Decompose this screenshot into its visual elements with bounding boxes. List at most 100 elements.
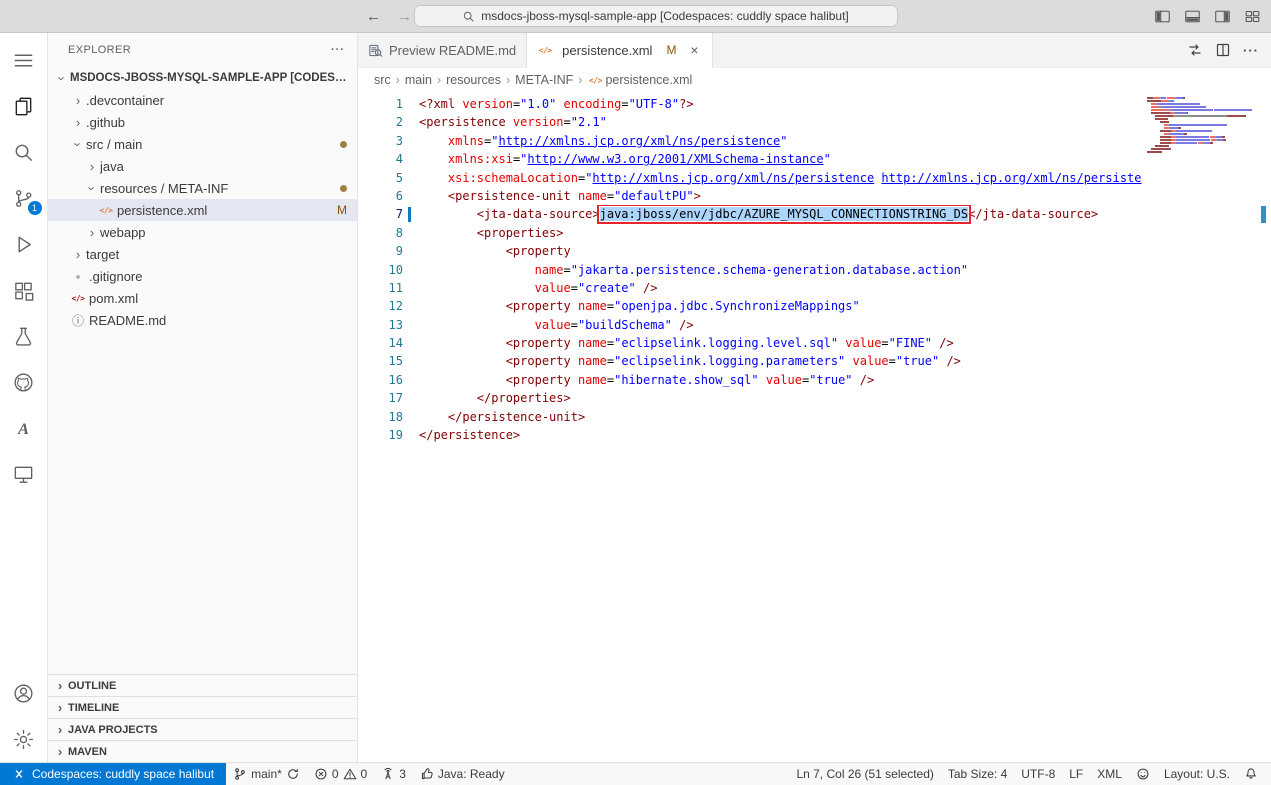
tree-item-devcontainer[interactable]: ›.devcontainer xyxy=(48,89,357,111)
feedback-status[interactable] xyxy=(1129,763,1157,785)
code-line[interactable]: 11 value="create" /> xyxy=(358,279,1271,297)
more-actions-icon[interactable]: ··· xyxy=(1243,43,1259,58)
notifications-status[interactable] xyxy=(1237,763,1265,785)
item-label: persistence.xml xyxy=(117,203,207,218)
keyboard-layout-status[interactable]: Layout: U.S. xyxy=(1157,763,1237,785)
activity-azure[interactable]: A xyxy=(0,405,48,451)
open-changes-icon[interactable] xyxy=(1187,42,1203,58)
activity-remote-explorer[interactable] xyxy=(0,451,48,497)
chevron-right-icon: › xyxy=(70,115,86,130)
code-line[interactable]: 10 name="jakarta.persistence.schema-gene… xyxy=(358,261,1271,279)
tree-item-pom-xml[interactable]: </>pom.xml xyxy=(48,287,357,309)
code-line[interactable]: 15 <property name="eclipselink.logging.p… xyxy=(358,352,1271,370)
item-label: pom.xml xyxy=(89,291,138,306)
indentation-status[interactable]: Tab Size: 4 xyxy=(941,763,1014,785)
activity-source-control[interactable]: 1 xyxy=(0,175,48,221)
code-line[interactable]: 4 xmlns:xsi="http://www.w3.org/2001/XMLS… xyxy=(358,150,1271,168)
code-line[interactable]: 2<persistence version="2.1" xyxy=(358,113,1271,131)
minimap[interactable] xyxy=(1147,97,1257,154)
tree-item-resources-meta-inf[interactable]: ›resources / META-INF xyxy=(48,177,357,199)
java-status[interactable]: Java: Ready xyxy=(413,763,512,785)
tree-item-webapp[interactable]: ›webapp xyxy=(48,221,357,243)
eol-status[interactable]: LF xyxy=(1062,763,1090,785)
breadcrumb-item[interactable]: resources xyxy=(446,73,501,87)
tree-item-persistence-xml[interactable]: </>persistence.xmlM xyxy=(48,199,357,221)
tab-preview-readme-md[interactable]: Preview README.md xyxy=(358,33,527,67)
close-icon[interactable]: × xyxy=(686,42,702,58)
code-token xyxy=(419,207,477,221)
code-line[interactable]: 8 <properties> xyxy=(358,224,1271,242)
java-status-label: Java: Ready xyxy=(438,767,505,781)
activity-explorer[interactable] xyxy=(0,83,48,129)
back-icon[interactable]: ← xyxy=(366,9,381,24)
editor-actions: ··· xyxy=(1187,33,1271,67)
tree-item-readme-md[interactable]: ⓘREADME.md xyxy=(48,309,357,331)
breadcrumb-item[interactable]: src xyxy=(374,73,391,87)
code-token: name xyxy=(578,189,607,203)
code-token xyxy=(419,152,448,166)
more-actions-icon[interactable]: ··· xyxy=(331,44,345,56)
code-token: /> xyxy=(853,373,875,387)
editor-pane[interactable]: 1<?xml version="1.0" encoding="UTF-8"?>2… xyxy=(358,92,1271,762)
minimap-line xyxy=(1147,139,1257,141)
tab-bar: Preview README.md</>persistence.xmlM× ··… xyxy=(358,33,1271,68)
tree-item-java[interactable]: ›java xyxy=(48,155,357,177)
toggle-secondary-sidebar-icon[interactable] xyxy=(1214,8,1231,25)
code-line[interactable]: 9 <property xyxy=(358,242,1271,260)
code-line[interactable]: 18 </persistence-unit> xyxy=(358,408,1271,426)
customize-layout-icon[interactable] xyxy=(1244,8,1261,25)
ports-status[interactable]: 3 xyxy=(374,763,413,785)
code-line[interactable]: 14 <property name="eclipselink.logging.l… xyxy=(358,334,1271,352)
toggle-sidebar-icon[interactable] xyxy=(1154,8,1171,25)
section-outline[interactable]: ›OUTLINE xyxy=(48,674,357,696)
section-timeline[interactable]: ›TIMELINE xyxy=(48,696,357,718)
code-line[interactable]: 6 <persistence-unit name="defaultPU"> xyxy=(358,187,1271,205)
code-token: " xyxy=(824,152,831,166)
code-line[interactable]: 1<?xml version="1.0" encoding="UTF-8"?> xyxy=(358,95,1271,113)
tree-item-github[interactable]: ›.github xyxy=(48,111,357,133)
code-line[interactable]: 17 </properties> xyxy=(358,389,1271,407)
code-line[interactable]: 13 value="buildSchema" /> xyxy=(358,316,1271,334)
activity-extensions[interactable] xyxy=(0,267,48,313)
toggle-panel-icon[interactable] xyxy=(1184,8,1201,25)
tree-item-gitignore[interactable]: ◆.gitignore xyxy=(48,265,357,287)
activity-run-and-debug[interactable] xyxy=(0,221,48,267)
section-maven[interactable]: ›MAVEN xyxy=(48,740,357,762)
activity-search[interactable] xyxy=(0,129,48,175)
forward-icon[interactable]: → xyxy=(397,9,412,24)
tree-item-src-main[interactable]: ›src / main xyxy=(48,133,357,155)
section-java-projects[interactable]: ›JAVA PROJECTS xyxy=(48,718,357,740)
item-label: webapp xyxy=(100,225,146,240)
item-label: target xyxy=(86,247,119,262)
tree-item-target[interactable]: ›target xyxy=(48,243,357,265)
code-token: = xyxy=(564,263,571,277)
breadcrumb-item[interactable]: main xyxy=(405,73,432,87)
breadcrumb-item[interactable]: persistence.xml xyxy=(605,73,692,87)
tab-persistence-xml[interactable]: </>persistence.xmlM× xyxy=(527,33,713,68)
code-line[interactable]: 3 xmlns="http://xmlns.jcp.org/xml/ns/per… xyxy=(358,132,1271,150)
minimap-line xyxy=(1147,115,1257,117)
code-line[interactable]: 16 <property name="hibernate.show_sql" v… xyxy=(358,371,1271,389)
branch-status[interactable]: main* xyxy=(226,763,307,785)
line-number: 2 xyxy=(358,113,403,131)
code-line[interactable]: 5 xsi:schemaLocation="http://xmlns.jcp.o… xyxy=(358,169,1271,187)
activity-github[interactable] xyxy=(0,359,48,405)
command-center-search[interactable]: msdocs-jboss-mysql-sample-app [Codespace… xyxy=(414,5,898,27)
minimap-line xyxy=(1147,124,1257,126)
activity-testing[interactable] xyxy=(0,313,48,359)
cursor-position-status[interactable]: Ln 7, Col 26 (51 selected) xyxy=(789,763,940,785)
code-line[interactable]: 19</persistence> xyxy=(358,426,1271,444)
breadcrumb-item[interactable]: META-INF xyxy=(515,73,573,87)
activity-menu[interactable] xyxy=(0,37,48,83)
remote-indicator[interactable]: Codespaces: cuddly space halibut xyxy=(0,763,226,785)
language-mode-status[interactable]: XML xyxy=(1090,763,1129,785)
code-line[interactable]: 12 <property name="openjpa.jdbc.Synchron… xyxy=(358,297,1271,315)
encoding-status[interactable]: UTF-8 xyxy=(1014,763,1062,785)
overview-ruler[interactable] xyxy=(1258,92,1271,762)
split-editor-icon[interactable] xyxy=(1215,42,1231,58)
activity-accounts[interactable] xyxy=(0,670,48,716)
activity-settings[interactable] xyxy=(0,716,48,762)
tree-item-msdocs-jboss-mysql-sample-app-codesp[interactable]: ›MSDOCS-JBOSS-MYSQL-SAMPLE-APP [CODESP..… xyxy=(48,67,357,89)
code-line[interactable]: 7 <jta-data-source>java:jboss/env/jdbc/A… xyxy=(358,205,1271,223)
problems-status[interactable]: 0 0 xyxy=(307,763,374,785)
